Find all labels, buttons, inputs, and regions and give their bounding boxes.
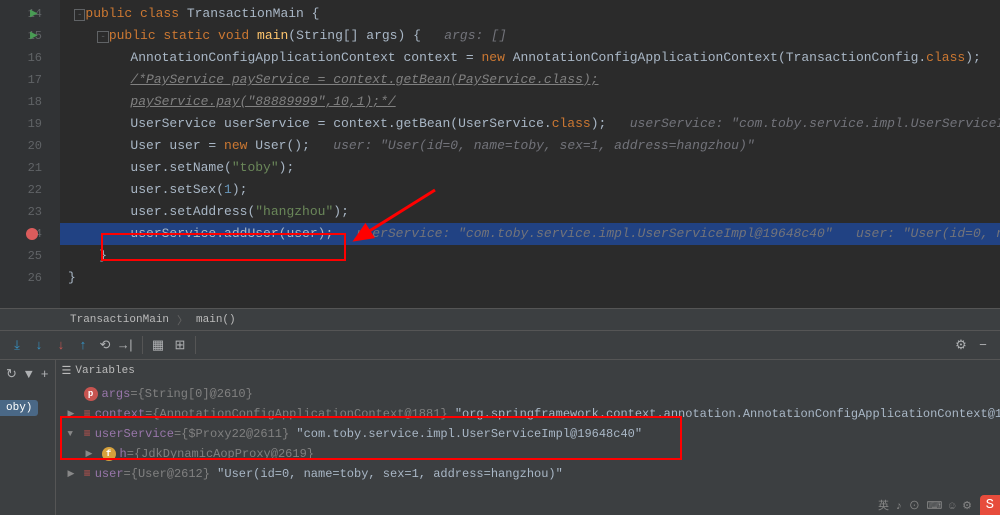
line-num[interactable]: 24 [0,223,60,245]
line-num[interactable]: 19 [0,113,60,135]
line-num[interactable]: 22 [0,179,60,201]
taskbar-icons: 英 ♪ ⊙ ⌨ ☺ ⚙ [878,497,972,513]
run-icon[interactable]: ▶ [30,8,38,20]
force-step-icon[interactable]: ↓ [50,334,72,356]
var-row[interactable]: ▶ ≡ context = {AnnotationConfigApplicati… [56,404,1000,424]
step-into-icon[interactable]: ↓ [28,334,50,356]
line-num[interactable]: 25 [0,245,60,267]
line-num[interactable]: 20 [0,135,60,157]
line-num[interactable]: 21 [0,157,60,179]
ime-badge[interactable]: S [980,495,1000,515]
code-area[interactable]: -public class TransactionMain { -public … [60,0,1000,308]
run-to-cursor-icon[interactable]: →| [116,334,138,356]
line-num[interactable]: 26 [0,267,60,289]
breadcrumb: TransactionMain 〉 main() [0,308,1000,330]
evaluate-icon[interactable]: ▦ [147,334,169,356]
debug-toolbar: ⤓ ↓ ↓ ↑ ⟲ →| ▦ ⊞ ⚙ − [0,330,1000,360]
line-num[interactable]: 18 [0,91,60,113]
gutter: ▶ 14 ▶ 15 16 17 18 19 20 21 22 23 24 25 … [0,0,60,308]
debug-panel: ↻ ▼ + oby) ☰Variables p args = {String[0… [0,360,1000,515]
restore-icon[interactable]: ↻ [6,367,17,382]
trace-icon[interactable]: ⊞ [169,334,191,356]
variables-tree[interactable]: p args = {String[0]@2610} ▶ ≡ context = … [56,382,1000,486]
step-out-icon[interactable]: ↑ [72,334,94,356]
var-row[interactable]: p args = {String[0]@2610} [56,384,1000,404]
var-row[interactable]: ▶ ≡ user = {User@2612} "User(id=0, name=… [56,464,1000,484]
variables-panel: ☰Variables p args = {String[0]@2610} ▶ ≡… [56,360,1000,515]
breakpoint-icon[interactable] [26,228,38,240]
minimize-icon[interactable]: − [972,334,994,356]
line-num[interactable]: 17 [0,69,60,91]
line-num[interactable]: 16 [0,47,60,69]
add-icon[interactable]: + [41,367,49,382]
editor: ▶ 14 ▶ 15 16 17 18 19 20 21 22 23 24 25 … [0,0,1000,308]
field-icon: f [102,447,116,461]
run-icon[interactable]: ▶ [30,30,38,42]
drop-frame-icon[interactable]: ⟲ [94,334,116,356]
frames-panel: ↻ ▼ + oby) [0,360,56,515]
chevron-right-icon: 〉 [177,312,188,328]
step-over-icon[interactable]: ⤓ [6,334,28,356]
gear-icon[interactable]: ⚙ [950,334,972,356]
param-icon: p [84,387,98,401]
frame-tab[interactable]: oby) [0,400,38,416]
breadcrumb-item[interactable]: main() [196,314,236,326]
var-row[interactable]: ▶ f h = {JdkDynamicAopProxy@2619} [56,444,1000,464]
line-num[interactable]: 23 [0,201,60,223]
line-num[interactable]: ▶ 14 [0,3,60,25]
filter-icon[interactable]: ▼ [25,367,33,382]
line-num[interactable]: ▶ 15 [0,25,60,47]
breadcrumb-item[interactable]: TransactionMain [70,314,169,326]
var-row[interactable]: ▼ ≡ userService = {$Proxy22@2611} "com.t… [56,424,1000,444]
variables-header: ☰Variables [56,360,1000,382]
